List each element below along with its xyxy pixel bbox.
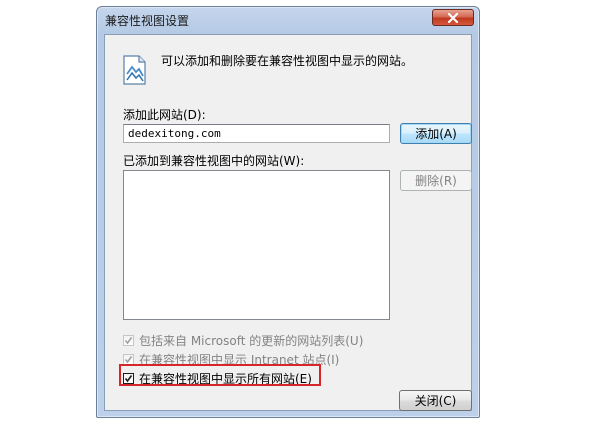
title-bar[interactable]: 兼容性视图设置 xyxy=(97,7,479,34)
added-sites-list[interactable] xyxy=(123,170,390,320)
dialog-body: 可以添加和删除要在兼容性视图中显示的网站。 添加此网站(D): 添加(A) 已添… xyxy=(104,34,472,411)
add-site-label: 添加此网站(D): xyxy=(123,108,206,122)
title-close-button[interactable] xyxy=(432,9,474,26)
close-button[interactable]: 关闭(C) xyxy=(399,390,472,411)
dialog-title: 兼容性视图设置 xyxy=(105,14,190,28)
checkmark-icon xyxy=(124,356,133,364)
info-text: 可以添加和删除要在兼容性视图中显示的网站。 xyxy=(161,54,414,68)
add-button[interactable]: 添加(A) xyxy=(400,123,472,144)
option-include-ms-list[interactable]: 包括来自 Microsoft 的更新的网站列表(U) xyxy=(123,332,363,349)
close-icon xyxy=(447,12,459,23)
highlight-annotation xyxy=(119,364,321,386)
added-sites-label: 已添加到兼容性视图中的网站(W): xyxy=(123,154,305,168)
compat-view-dialog: 兼容性视图设置 可以添加和删除要在兼容性视图中显示的网站。 添加此网站(D): … xyxy=(96,6,480,418)
webpage-icon xyxy=(123,55,146,85)
remove-button[interactable]: 删除(R) xyxy=(400,170,472,191)
option-label: 包括来自 Microsoft 的更新的网站列表(U) xyxy=(139,334,364,348)
add-site-input[interactable] xyxy=(123,124,390,143)
checkmark-icon xyxy=(124,337,133,345)
checkbox-include-ms-list[interactable] xyxy=(123,335,134,346)
